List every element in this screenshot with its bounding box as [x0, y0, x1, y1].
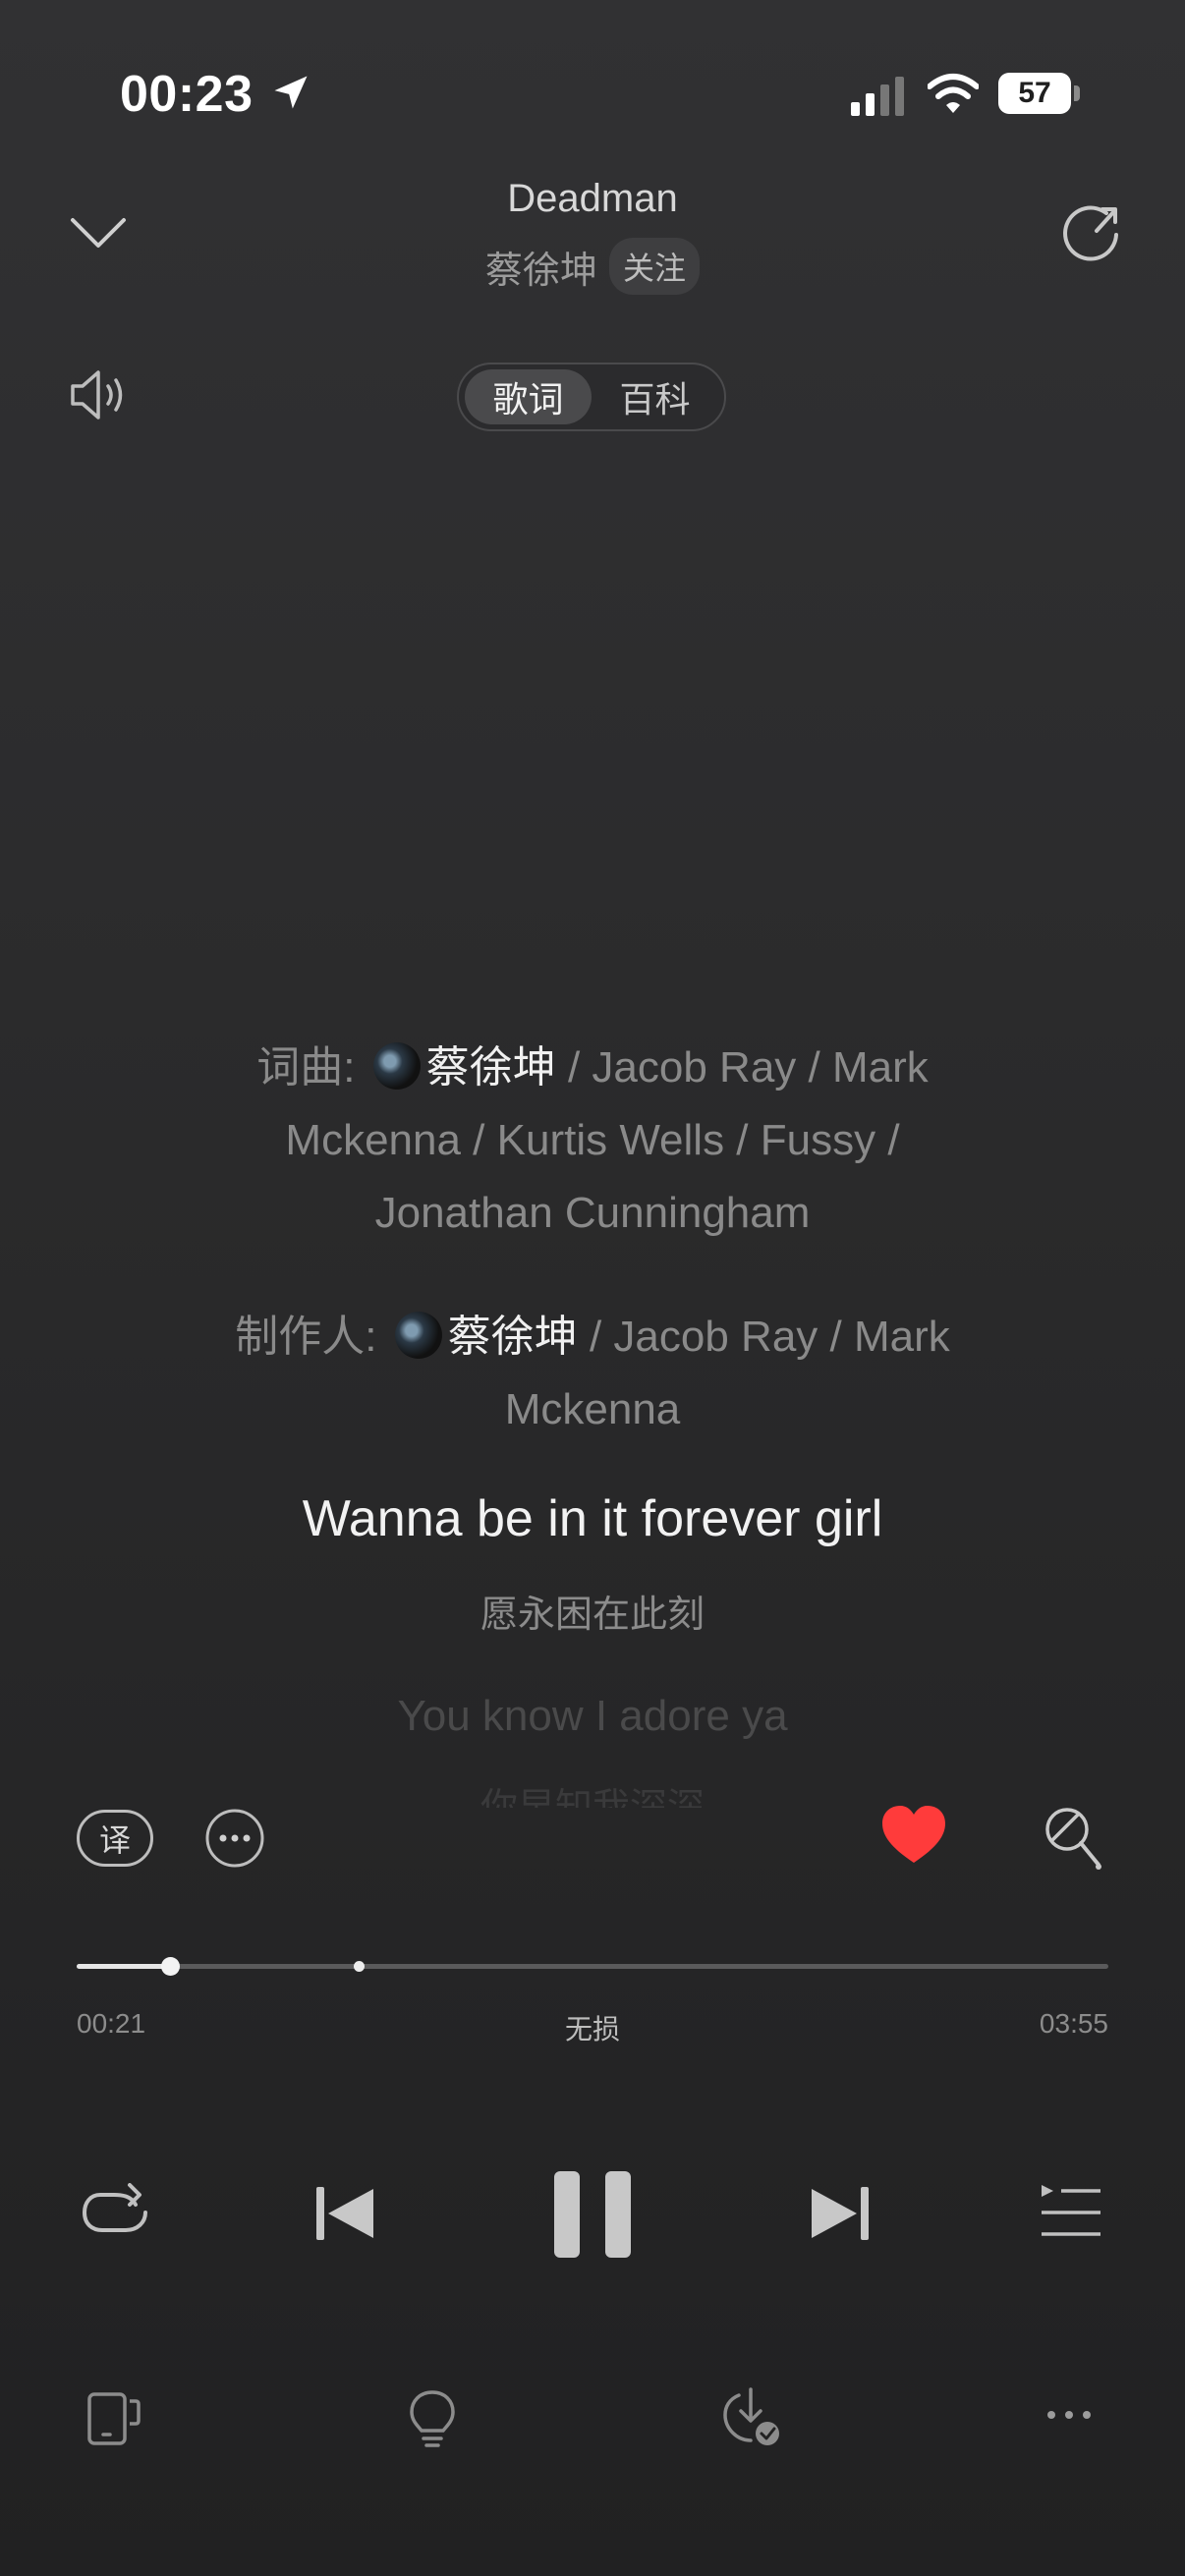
- tab-lyrics[interactable]: 歌词: [465, 369, 592, 424]
- previous-icon[interactable]: [312, 2183, 377, 2244]
- elapsed-time: 00:21: [77, 2008, 146, 2039]
- translate-icon[interactable]: 译: [77, 1810, 153, 1867]
- volume-icon[interactable]: [69, 366, 130, 423]
- credit-line: Mckenna: [504, 1385, 681, 1433]
- karaoke-mic-icon[interactable]: [1040, 1804, 1106, 1875]
- producer-label: 制作人:: [235, 1313, 377, 1361]
- credit-line: Jonathan Cunningham: [374, 1189, 811, 1237]
- heart-icon[interactable]: [880, 1804, 947, 1867]
- current-lyric-translation: 愿永困在此刻: [480, 1595, 705, 1636]
- credit-line: / Jacob Ray / Mark: [567, 1043, 929, 1092]
- share-icon[interactable]: [1061, 201, 1122, 262]
- more-dots-icon[interactable]: [1045, 2407, 1093, 2423]
- next-icon[interactable]: [808, 2183, 873, 2244]
- quality-label[interactable]: 无损: [543, 2008, 642, 2047]
- current-lyric-line[interactable]: Wanna be in it forever girl: [98, 1489, 1087, 1548]
- artist-row: 蔡徐坤 关注: [396, 238, 789, 295]
- composer-credit: 词曲: 蔡徐坤 / Jacob Ray / Mark Mckenna / Kur…: [147, 1032, 1038, 1250]
- status-time: 00:23: [120, 66, 254, 123]
- next-lyric-line[interactable]: You know I adore ya: [98, 1692, 1087, 1741]
- avatar: [372, 1042, 421, 1091]
- avatar: [394, 1312, 442, 1360]
- credit-line: / Jacob Ray / Mark: [589, 1313, 950, 1361]
- tab-wiki[interactable]: 百科: [592, 369, 718, 424]
- highlight-marker: [354, 1961, 365, 1972]
- download-check-icon[interactable]: [723, 2385, 782, 2448]
- repeat-icon[interactable]: [81, 2183, 149, 2244]
- song-title: Deadman: [507, 177, 678, 220]
- producer-credit: 制作人: 蔡徐坤 / Jacob Ray / Mark Mckenna: [147, 1301, 1038, 1446]
- cellular-signal-icon: [851, 77, 904, 116]
- progress-fill: [77, 1964, 170, 1969]
- composer-label: 词曲:: [256, 1043, 356, 1092]
- artist-name[interactable]: 蔡徐坤: [485, 240, 597, 294]
- credit-line: Mckenna / Kurtis Wells / Fussy /: [285, 1116, 900, 1164]
- lyrics-wiki-tabs: 歌词 百科: [457, 363, 726, 431]
- follow-button[interactable]: 关注: [609, 238, 701, 295]
- location-arrow-icon: [274, 76, 308, 109]
- battery-icon: 57: [998, 73, 1081, 114]
- device-icon[interactable]: [86, 2391, 141, 2446]
- playlist-icon[interactable]: [1040, 2183, 1102, 2242]
- progress-track[interactable]: [77, 1964, 1108, 1969]
- total-time: 03:55: [1039, 2008, 1108, 2039]
- lightbulb-icon[interactable]: [407, 2389, 458, 2448]
- chevron-down-icon[interactable]: [67, 206, 130, 257]
- more-circle-icon[interactable]: [204, 1808, 265, 1869]
- wifi-icon: [928, 74, 979, 113]
- artist-link[interactable]: 蔡徐坤: [448, 1313, 578, 1361]
- artist-link[interactable]: 蔡徐坤: [426, 1043, 556, 1092]
- battery-level: 57: [998, 73, 1071, 114]
- progress-knob[interactable]: [161, 1957, 180, 1976]
- pause-icon[interactable]: [550, 2167, 635, 2262]
